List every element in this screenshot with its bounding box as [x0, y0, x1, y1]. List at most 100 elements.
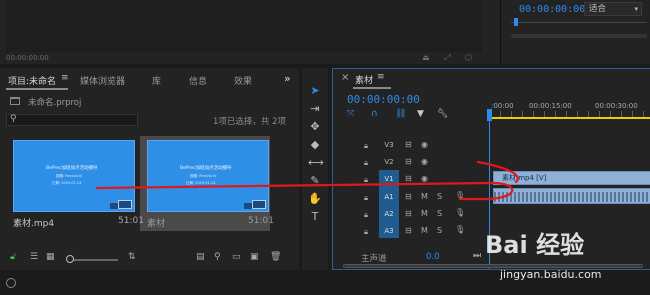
go-to-end-icon[interactable]: ⏭ — [473, 251, 481, 261]
snap-icon[interactable]: ∩ — [371, 109, 378, 119]
solo-button[interactable]: S — [437, 192, 442, 201]
project-file-name: 未命名.prproj — [28, 98, 82, 108]
chevron-down-icon: ▾ — [634, 5, 638, 13]
source-monitor-controls-icon[interactable]: ⏏ ⤢ ⬡ — [422, 53, 478, 63]
more-tabs-icon[interactable]: » — [284, 72, 291, 85]
zoom-fit-label: 适合 — [589, 4, 607, 14]
new-bin-icon[interactable]: ▭ — [232, 252, 241, 262]
ruler-label: 00:00:30:00 — [595, 102, 638, 110]
tools-panel: ➤ ⇥ ✥ ◆ ⟷ ✎ ✋ T — [302, 68, 328, 270]
icon-view-icon[interactable]: ▦ — [46, 252, 55, 262]
mute-button[interactable]: M — [421, 209, 428, 218]
lock-icon[interactable]: 🔒︎ — [364, 193, 368, 203]
type-tool-icon[interactable]: T — [308, 210, 322, 223]
tab-info[interactable]: 信息 — [189, 74, 207, 87]
program-scrollbar[interactable] — [511, 34, 647, 38]
eye-icon[interactable]: ◉ — [421, 157, 428, 166]
sync-lock-icon[interactable]: ⊟ — [405, 157, 412, 166]
sort-icon[interactable]: ⇅ — [128, 252, 136, 262]
ruler-label: :00:00 — [491, 102, 514, 110]
razor-tool-icon[interactable]: ◆ — [308, 138, 322, 151]
close-icon[interactable]: × — [341, 72, 349, 83]
lock-icon[interactable]: 🔒︎ — [364, 210, 368, 220]
thumb-line: 报题: Recolia IV — [190, 174, 217, 178]
find-icon[interactable]: ⚲ — [214, 252, 221, 262]
master-track-label: 主声道 — [361, 254, 387, 264]
add-marker-icon[interactable]: ▼ — [417, 109, 424, 119]
lock-icon[interactable]: 🔒︎ — [364, 227, 368, 237]
watermark-url: jingyan.baidu.com — [500, 268, 602, 281]
tab-media-browser[interactable]: 媒体浏览器 — [80, 74, 125, 87]
track-name-a2[interactable]: A2 — [379, 207, 399, 221]
track-name-v3[interactable]: V3 — [379, 138, 399, 152]
new-item-icon[interactable]: ▣ — [250, 252, 259, 262]
video-clip[interactable]: 素材.mp4 [V] — [493, 171, 650, 185]
clip-thumbnail[interactable]: BePrec加班加点活动播导 报题: Recolia IV 日期: 2019.0… — [147, 140, 269, 212]
tab-sequence[interactable]: 素材 — [355, 73, 373, 86]
lock-icon[interactable]: 🔒︎ — [364, 158, 368, 168]
hand-tool-icon[interactable]: ✋ — [308, 192, 322, 205]
program-ruler — [511, 22, 647, 23]
linked-selection-icon[interactable]: ⛓ — [395, 109, 406, 119]
clip-type-icon — [252, 200, 266, 209]
mute-button[interactable]: M — [421, 226, 428, 235]
audio-clip[interactable] — [493, 188, 650, 204]
track-name-a1[interactable]: A1 — [379, 190, 399, 204]
automate-icon[interactable]: ▤ — [196, 252, 205, 262]
nest-icon[interactable]: ⤧ — [347, 109, 354, 119]
thumb-title: BePrec加班加点活动播导 — [180, 166, 232, 171]
settings-wrench-icon[interactable]: 🔧︎ — [437, 109, 448, 119]
sync-lock-icon[interactable]: ⊟ — [405, 192, 412, 201]
tab-library[interactable]: 库 — [152, 74, 161, 87]
track-name-v1[interactable]: V1 — [379, 172, 399, 186]
zoom-slider-handle[interactable] — [66, 255, 74, 263]
program-playhead[interactable] — [514, 18, 518, 26]
track-name-v2[interactable]: V2 — [379, 155, 399, 169]
mute-button[interactable]: M — [421, 192, 428, 201]
scrollbar-thumb[interactable] — [345, 265, 641, 267]
lock-icon[interactable]: 🔓︎ — [10, 252, 16, 262]
panel-menu-icon[interactable]: ≡ — [61, 73, 69, 83]
lock-icon[interactable]: 🔒︎ — [364, 175, 368, 185]
clip-name[interactable]: 素材 — [147, 216, 165, 229]
sync-lock-icon[interactable]: ⊟ — [405, 174, 412, 183]
thumb-line: 报题: Recolia IV — [56, 174, 83, 178]
program-monitor-panel: 00:00:00:00 适合 ▾ — [500, 0, 650, 64]
master-volume-value[interactable]: 0.0 — [426, 252, 440, 262]
microphone-icon[interactable]: 🎙︎ — [455, 208, 465, 217]
sync-lock-icon[interactable]: ⊟ — [405, 209, 412, 218]
tab-project[interactable]: 项目:未命名 — [8, 74, 56, 87]
program-timecode[interactable]: 00:00:00:00 — [519, 4, 585, 15]
lock-icon[interactable]: 🔒︎ — [364, 141, 368, 151]
slip-tool-icon[interactable]: ⟷ — [308, 156, 324, 169]
source-timecode: 00:00:00:00 — [6, 54, 49, 62]
zoom-fit-select[interactable]: 适合 ▾ — [584, 2, 642, 16]
eye-icon[interactable]: ◉ — [421, 174, 428, 183]
panel-menu-icon[interactable]: ≡ — [377, 72, 385, 82]
clip-thumbnail[interactable]: BePrec加班加点活动播导 报题: Recolia IV 日期: 2019.0… — [13, 140, 135, 212]
pen-tool-icon[interactable]: ✎ — [308, 174, 322, 187]
microphone-icon[interactable]: 🎙︎ — [455, 191, 465, 200]
sync-lock-icon[interactable]: ⊟ — [405, 226, 412, 235]
zoom-slider[interactable] — [72, 259, 118, 261]
watermark-logo: Bai 经验 — [485, 231, 585, 259]
selection-tool-icon[interactable]: ➤ — [308, 84, 322, 97]
work-area-bar[interactable] — [489, 117, 650, 119]
solo-button[interactable]: S — [437, 226, 442, 235]
ripple-edit-tool-icon[interactable]: ✥ — [308, 120, 322, 133]
microphone-icon[interactable]: 🎙︎ — [455, 225, 465, 234]
timeline-timecode[interactable]: 00:00:00:00 — [347, 93, 420, 106]
solo-button[interactable]: S — [437, 209, 442, 218]
ruler-label: 00:00:15:00 — [529, 102, 572, 110]
trash-icon[interactable]: 🗑︎ — [270, 252, 281, 262]
track-name-a3[interactable]: A3 — [379, 224, 399, 238]
clip-type-icon — [118, 200, 132, 209]
eye-icon[interactable]: ◉ — [421, 140, 428, 149]
clip-name[interactable]: 素材.mp4 — [13, 216, 54, 229]
list-view-icon[interactable]: ☰ — [30, 252, 38, 262]
track-select-tool-icon[interactable]: ⇥ — [308, 102, 322, 115]
audio-waveform — [494, 192, 650, 202]
search-input[interactable] — [6, 114, 138, 126]
sync-lock-icon[interactable]: ⊟ — [405, 140, 412, 149]
tab-effects[interactable]: 效果 — [234, 74, 252, 87]
